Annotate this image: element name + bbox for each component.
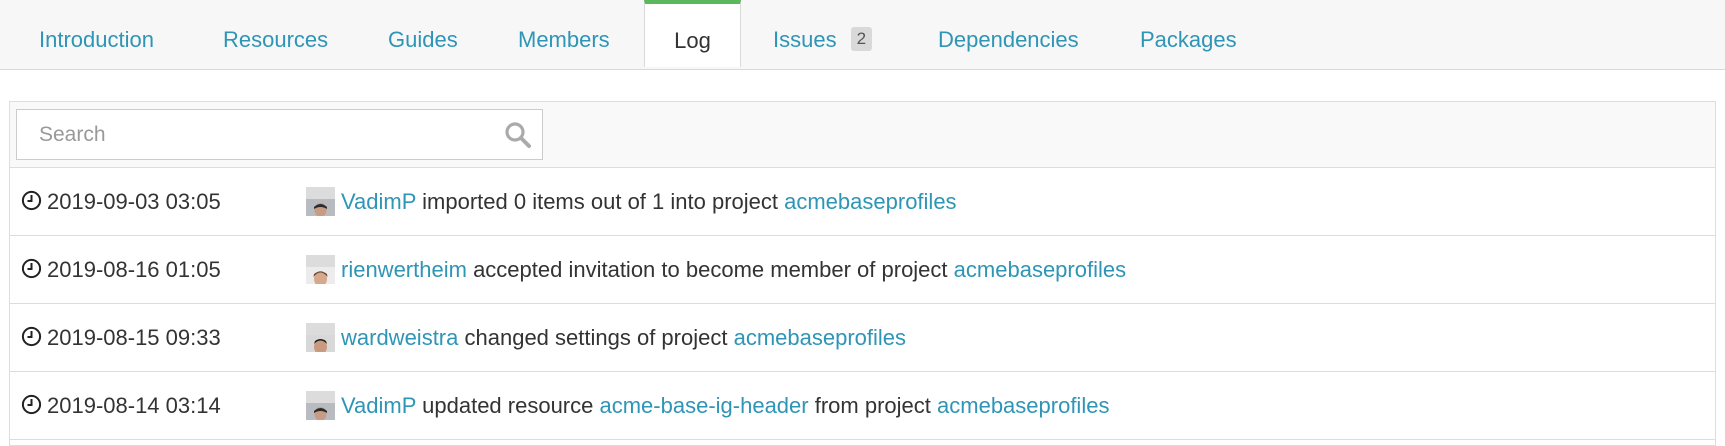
user-link[interactable]: VadimP — [341, 189, 416, 214]
tab-introduction[interactable]: Introduction — [39, 0, 154, 70]
avatar — [306, 323, 335, 352]
log-entry: rienwertheim accepted invitation to beco… — [306, 236, 1126, 304]
resource-link[interactable]: acme-base-ig-header — [600, 393, 809, 418]
search-box — [16, 109, 543, 160]
project-link[interactable]: acmebaseprofiles — [734, 325, 906, 350]
avatar — [306, 187, 335, 216]
avatar — [306, 391, 335, 420]
log-panel: 2019-09-03 03:05 VadimP imported 0 items… — [9, 101, 1716, 446]
search-icon[interactable] — [504, 121, 532, 149]
log-action-text: changed settings of project — [464, 325, 728, 350]
log-row: 2019-08-15 09:33 wardweistra changed set… — [10, 304, 1715, 372]
log-timestamp: 2019-08-14 03:14 — [47, 393, 221, 418]
tab-dependencies[interactable]: Dependencies — [938, 0, 1079, 70]
project-link[interactable]: acmebaseprofiles — [954, 257, 1126, 282]
clock-icon — [21, 258, 42, 279]
avatar — [306, 255, 335, 284]
log-action-text: accepted invitation to become member of … — [473, 257, 948, 282]
log-action-text: imported 0 items out of 1 into project — [422, 189, 778, 214]
log-row: 2019-08-14 03:14 VadimP updated resource… — [10, 372, 1715, 440]
issues-count-badge: 2 — [850, 27, 873, 51]
project-link[interactable]: acmebaseprofiles — [784, 189, 956, 214]
clock-icon — [21, 394, 42, 415]
log-entry: VadimP updated resource acme-base-ig-hea… — [306, 372, 1109, 440]
user-link[interactable]: VadimP — [341, 393, 416, 418]
tab-members[interactable]: Members — [518, 0, 610, 70]
tab-issues[interactable]: Issues 2 — [773, 0, 873, 70]
log-action-text: from project — [814, 393, 931, 418]
user-link[interactable]: wardweistra — [341, 325, 458, 350]
user-link[interactable]: rienwertheim — [341, 257, 467, 282]
log-row: 2019-09-03 03:05 VadimP imported 0 items… — [10, 168, 1715, 236]
project-link[interactable]: acmebaseprofiles — [937, 393, 1109, 418]
search-input[interactable] — [17, 110, 477, 159]
log-timestamp: 2019-08-15 09:33 — [47, 325, 221, 350]
log-entry: wardweistra changed settings of project … — [306, 304, 906, 372]
clock-icon — [21, 190, 42, 211]
project-tabs: Introduction Resources Guides Members Lo… — [0, 0, 1725, 70]
log-entry: VadimP imported 0 items out of 1 into pr… — [306, 168, 957, 236]
tab-guides[interactable]: Guides — [388, 0, 458, 70]
tab-packages[interactable]: Packages — [1140, 0, 1237, 70]
clock-icon — [21, 326, 42, 347]
tab-log[interactable]: Log — [644, 0, 741, 67]
log-row: 2019-08-16 01:05 rienwertheim accepted i… — [10, 236, 1715, 304]
log-timestamp: 2019-08-16 01:05 — [47, 257, 221, 282]
tab-resources[interactable]: Resources — [223, 0, 328, 70]
tab-issues-label: Issues — [773, 27, 837, 52]
log-action-text: updated resource — [422, 393, 594, 418]
log-timestamp: 2019-09-03 03:05 — [47, 189, 221, 214]
search-bar — [10, 102, 1715, 168]
